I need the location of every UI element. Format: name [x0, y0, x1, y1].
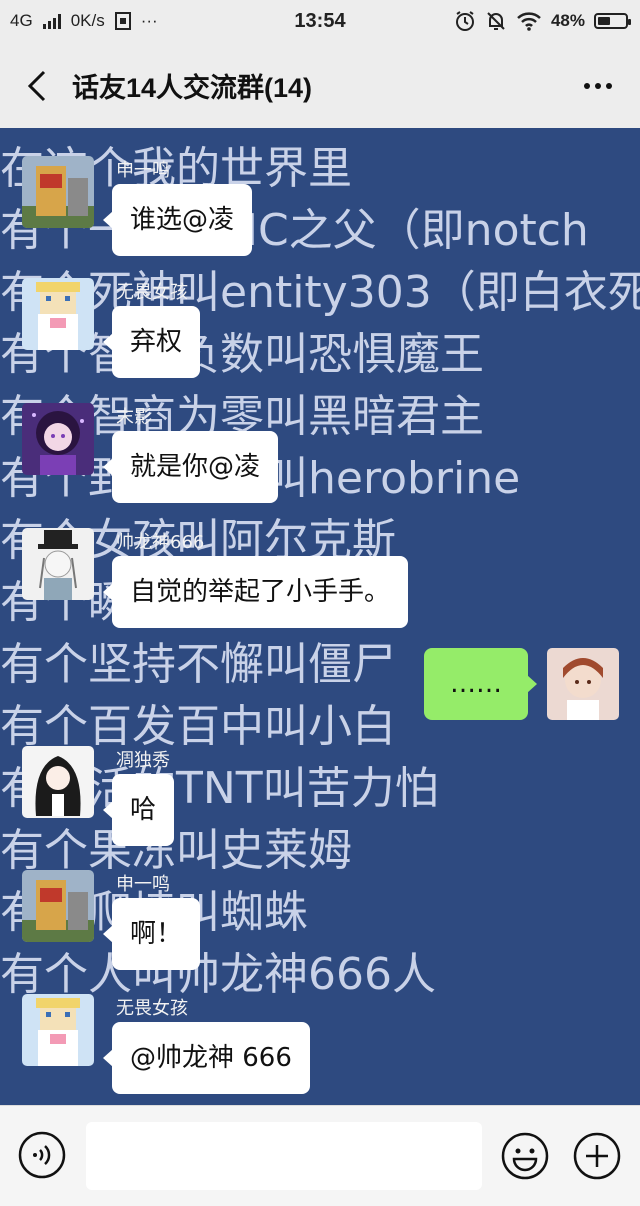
sender-name: 无畏女孩 [116, 282, 188, 303]
alarm-icon [455, 11, 474, 31]
voice-icon [18, 1131, 66, 1179]
emoji-icon [501, 1132, 549, 1180]
plus-icon [573, 1132, 621, 1180]
message-bubble[interactable]: 就是你@凌 [102, 431, 279, 503]
message-bubble[interactable]: 自觉的举起了小手手。 [102, 556, 409, 628]
sender-name: 申一鸣 [116, 874, 170, 895]
wallpaper-text-line: 有个死神叫entity303（即白衣死 [0, 267, 640, 318]
avatar-building-icon [22, 870, 94, 942]
sender-name: 凋独秀 [116, 750, 170, 771]
more-actions-button[interactable] [572, 1131, 622, 1181]
message-bubble[interactable]: 谁选@凌 [102, 184, 253, 256]
battery-percent: 48% [550, 11, 585, 30]
input-bar [0, 1105, 640, 1206]
battery-icon [594, 13, 631, 29]
message-bubble[interactable]: 啊！ [102, 898, 201, 970]
avatar-building-icon [22, 156, 94, 228]
avatar[interactable] [22, 870, 94, 942]
avatar-purple-girl-icon [22, 403, 94, 475]
wallpaper-text-line: 有个果冻叫史莱姆 [0, 825, 352, 876]
avatar[interactable] [22, 994, 94, 1066]
chat-area[interactable]: 在这个我的世界里 有个一父叫MC之父（即notch 有个死神叫entity303（即… [0, 128, 640, 1105]
more-options-button[interactable] [578, 68, 618, 104]
back-button[interactable] [20, 66, 60, 106]
chat-header: 话友14人交流群(14) [0, 44, 640, 128]
message-bubble[interactable]: 哈 [102, 774, 175, 846]
sender-name: 申一鸣 [116, 160, 170, 181]
sender-name: 帅龙神666 [116, 532, 205, 553]
sender-name: 末影 [116, 407, 152, 428]
status-bar: 4G 0K/s ··· 13:54 48% [0, 0, 640, 44]
wallpaper-text-line: 有个人叫帅龙神666人 [0, 949, 436, 1000]
chat-title: 话友14人交流群(14) [72, 73, 313, 103]
avatar-blocky-girl-icon [22, 994, 94, 1066]
avatar[interactable] [22, 528, 94, 600]
wallpaper-text-line: 有个坚持不懈叫僵尸 [0, 639, 396, 690]
chevron-left-icon [27, 70, 46, 102]
avatar[interactable] [547, 648, 619, 720]
message-bubble[interactable]: @帅龙神 666 [103, 1022, 310, 1094]
avatar[interactable] [22, 278, 94, 350]
emoji-button[interactable] [500, 1131, 550, 1181]
avatar-blocky-girl-icon [22, 278, 94, 350]
sender-name: 无畏女孩 [116, 998, 188, 1019]
message-input[interactable] [86, 1122, 482, 1190]
mute-bell-icon [487, 12, 505, 30]
avatar[interactable] [22, 156, 94, 228]
wifi-icon [517, 12, 541, 31]
avatar-dark-hair-icon [22, 746, 94, 818]
avatar-self-icon [547, 648, 619, 720]
message-bubble[interactable]: 弃权 [102, 306, 201, 378]
avatar[interactable] [22, 403, 94, 475]
message-bubble[interactable]: …… [424, 648, 537, 720]
voice-button[interactable] [18, 1131, 66, 1179]
avatar-top-hat-icon [22, 528, 94, 600]
wallpaper-text-line: 有个百发百中叫小白 [0, 701, 396, 752]
avatar[interactable] [22, 746, 94, 818]
